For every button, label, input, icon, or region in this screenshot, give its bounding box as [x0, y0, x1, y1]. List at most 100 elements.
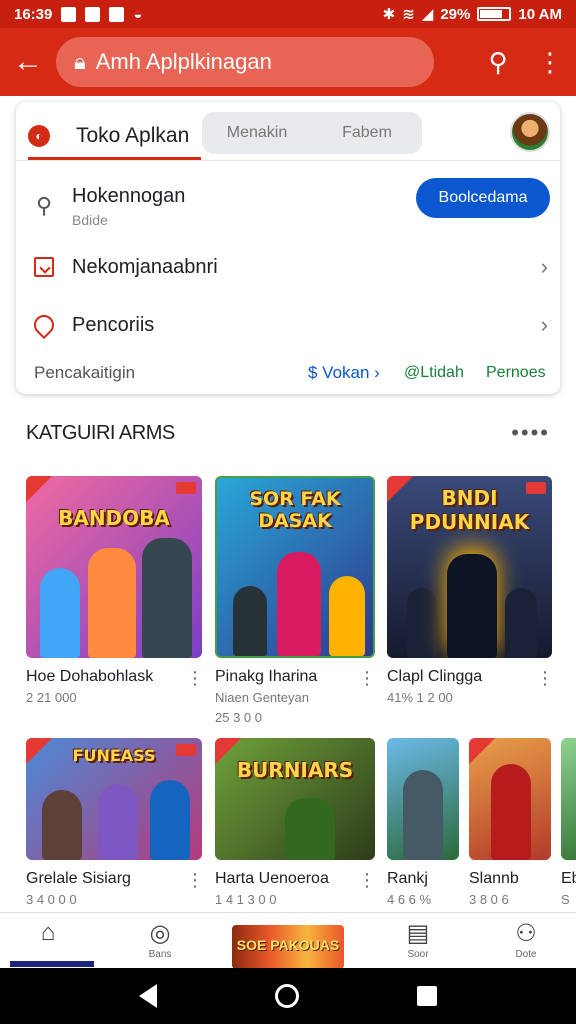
game-art-title: BANDOBA — [58, 506, 170, 530]
footer-link-price[interactable]: $ Vokan › — [308, 363, 380, 383]
status-bar: 16:39 ◒ ✱ ≋ ◢ 29% 10 AM — [0, 0, 576, 28]
game-tile[interactable] — [469, 738, 551, 860]
character-art — [285, 798, 335, 860]
footer-link-green-2[interactable]: Pernoes — [486, 364, 546, 382]
notification-icon — [109, 6, 125, 22]
tab-segment-left[interactable]: Menakin — [202, 124, 312, 142]
notification-icon — [85, 6, 101, 22]
character-art — [403, 770, 443, 860]
notification-icon: ◒ — [133, 5, 143, 23]
character-art — [233, 586, 267, 656]
nav-profile[interactable]: ⚇ Dote — [486, 919, 566, 960]
more-options-icon[interactable]: ⋮ — [186, 668, 204, 689]
home-icon: ⌂ — [40, 919, 56, 946]
game-meta: 41% 1 2 00 — [387, 690, 453, 705]
tab-segment-right[interactable]: Fabem — [312, 124, 422, 142]
list-item-category[interactable]: Nekomjanaabnri › — [16, 250, 560, 284]
status-time: 16:39 — [14, 5, 53, 23]
game-meta: Niaen Genteyan — [215, 690, 309, 705]
game-art-title: BNDI PDUNNIAK — [409, 486, 530, 534]
game-meta: S — [561, 892, 570, 907]
address-text: Amh Aplplkinagan — [95, 49, 272, 74]
game-tile[interactable]: BNDI PDUNNIAK — [387, 476, 552, 658]
card-footer: Pencakaitigin $ Vokan › @Ltidah Pernoes — [16, 358, 560, 388]
nav-label: Soor — [407, 949, 429, 960]
footer-label: Pencakaitigin — [34, 363, 136, 382]
list-item-location[interactable]: Pencoriis › — [16, 308, 560, 342]
game-tile[interactable]: FUNEASS — [26, 738, 202, 860]
avatar[interactable] — [510, 112, 550, 152]
search-icon: ⚲ — [35, 193, 53, 218]
more-options-icon[interactable]: ⋮ — [358, 870, 376, 891]
game-tile[interactable] — [561, 738, 576, 860]
nav-label: Bans — [148, 949, 172, 960]
game-tile[interactable] — [387, 738, 459, 860]
library-icon: ▤ — [406, 920, 430, 947]
game-name[interactable]: Clapl Clingga — [387, 668, 482, 686]
battery-icon — [477, 7, 512, 21]
more-options-icon[interactable]: ⋮ — [536, 668, 554, 689]
game-name[interactable]: Grelale Sisiarg — [26, 870, 131, 888]
chevron-right-icon: › — [540, 254, 548, 279]
app-bar: ← 🔒︎ Amh Aplplkinagan ⚲ ⋮ — [0, 28, 576, 96]
home-circle-icon[interactable] — [275, 984, 299, 1008]
character-art — [277, 552, 321, 656]
game-tile[interactable]: BURNIARS — [215, 738, 375, 860]
game-meta: 25 3 0 0 — [215, 710, 262, 725]
status-clock-right: 10 AM — [518, 5, 562, 23]
character-art — [407, 588, 437, 658]
tab-label: Toko Aplkan — [76, 123, 190, 147]
bookmark-icon — [34, 257, 54, 277]
character-art — [447, 554, 497, 658]
divider — [16, 160, 560, 161]
tab-toko-aplikasi[interactable]: ◐ Toko Aplkan — [28, 114, 202, 160]
more-options-icon[interactable]: •••• — [511, 420, 550, 446]
nav-home[interactable]: ⌂ — [8, 919, 88, 949]
game-art-title: SOR FAK DASAK — [249, 488, 341, 532]
row-title: Pencoriis — [72, 313, 155, 336]
primary-action-button[interactable]: Boolcedama — [416, 178, 550, 218]
lock-icon: 🔒︎ — [74, 49, 86, 74]
location-pin-icon — [29, 310, 59, 340]
game-meta: 3 8 0 6 — [469, 892, 509, 907]
more-options-icon[interactable]: ⋮ — [186, 870, 204, 891]
chat-icon: ◎ — [149, 920, 171, 947]
signal-icon: ◢ — [421, 6, 434, 23]
game-name[interactable]: Pinakg Iharina — [215, 668, 317, 686]
search-icon[interactable]: ⚲ — [472, 34, 524, 90]
game-meta: 1 4 1 3 0 0 — [215, 892, 277, 907]
nav-game-banner[interactable]: SOE PAKOUAS — [232, 925, 344, 969]
character-art — [142, 538, 192, 658]
ribbon-icon — [26, 476, 52, 502]
wifi-icon: ≋ — [402, 6, 415, 23]
nav-label: Dote — [515, 949, 537, 960]
nav-bans[interactable]: ◎ Bans — [120, 919, 200, 960]
game-name[interactable]: Rankj — [387, 870, 428, 888]
address-bar[interactable]: 🔒︎ Amh Aplplkinagan — [56, 37, 434, 87]
character-art — [150, 780, 190, 860]
notification-icon — [61, 6, 77, 22]
recents-icon[interactable] — [417, 986, 437, 1006]
nav-soor[interactable]: ▤ Soor — [378, 919, 458, 960]
character-art — [88, 548, 136, 658]
overflow-menu-icon[interactable]: ⋮ — [524, 34, 576, 90]
more-options-icon[interactable]: ⋮ — [358, 668, 376, 689]
game-name[interactable]: Harta Uenoeroa — [215, 870, 329, 888]
person-icon: ⚇ — [515, 920, 537, 947]
game-tile[interactable]: SOR FAK DASAK — [215, 476, 375, 658]
list-item-search[interactable]: ⚲ Hokennogan Bdide Boolcedama — [16, 178, 560, 234]
game-name[interactable]: Slannb — [469, 870, 519, 888]
row-title: Hokennogan — [72, 184, 186, 207]
battery-percent: 29% — [440, 5, 471, 23]
character-art — [505, 588, 537, 658]
back-arrow-icon[interactable]: ← — [0, 34, 56, 90]
game-name[interactable]: Hoe Dohabohlask — [26, 668, 153, 686]
back-icon[interactable] — [139, 984, 157, 1008]
game-tile[interactable]: BANDOBA — [26, 476, 202, 658]
game-name[interactable]: Eb — [561, 870, 576, 888]
footer-link-green[interactable]: @Ltidah — [404, 364, 464, 382]
character-art — [42, 790, 82, 860]
game-meta: 3 4 0 0 0 — [26, 892, 77, 907]
game-art-title: BURNIARS — [236, 758, 354, 782]
character-art — [98, 784, 138, 860]
